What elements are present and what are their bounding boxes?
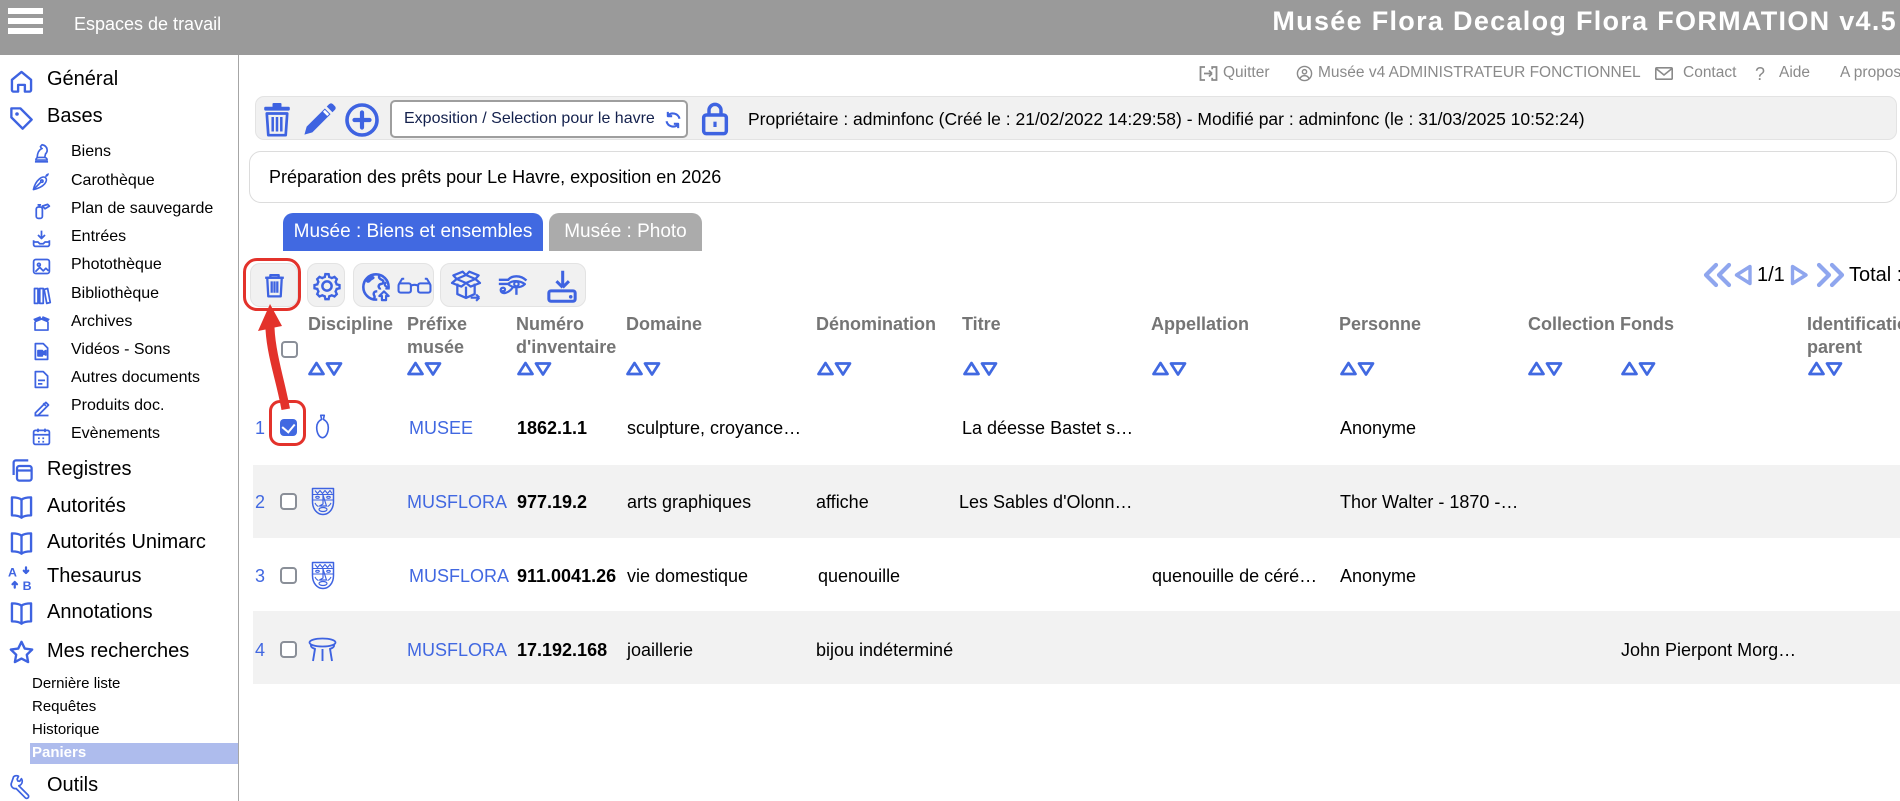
- svg-text:B: B: [23, 579, 32, 591]
- svg-text:A: A: [8, 565, 17, 579]
